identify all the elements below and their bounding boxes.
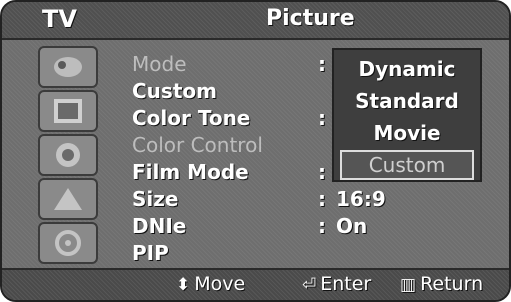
return-icon: ▥ bbox=[400, 275, 417, 295]
separator-colon: : bbox=[318, 106, 326, 130]
channel-icon[interactable] bbox=[38, 178, 98, 220]
mode-option-movie[interactable]: Movie bbox=[334, 118, 480, 148]
menu-item-value: On bbox=[336, 214, 368, 238]
input-icon[interactable] bbox=[38, 46, 98, 88]
return-label: Return bbox=[420, 273, 484, 295]
separator-colon: : bbox=[318, 52, 326, 76]
menu-item-label: Color Control bbox=[132, 133, 263, 157]
menu-item-label: Color Tone bbox=[132, 106, 251, 130]
section-label: TV bbox=[42, 5, 77, 33]
enter-hint: ⏎ Enter bbox=[302, 273, 371, 295]
menu-header: TV Picture bbox=[2, 2, 509, 40]
mode-option-standard[interactable]: Standard bbox=[334, 86, 480, 116]
separator-colon: : bbox=[318, 160, 326, 184]
picture-icon[interactable] bbox=[38, 90, 98, 132]
separator-colon: : bbox=[318, 187, 326, 211]
menu-item-label: Custom bbox=[132, 79, 217, 103]
move-hint: ⬍ Move bbox=[176, 273, 245, 295]
mode-option-custom[interactable]: Custom bbox=[340, 150, 474, 180]
mode-option-dynamic[interactable]: Dynamic bbox=[334, 54, 480, 84]
menu-item-label: DNIe bbox=[132, 214, 187, 238]
menu-footer: ⬍ Move ⏎ Enter ▥ Return bbox=[2, 268, 509, 300]
menu-item-dnie[interactable]: DNIe : On bbox=[132, 214, 452, 240]
mode-options-dropdown: Dynamic Standard Movie Custom bbox=[332, 48, 482, 182]
menu-item-label: Film Mode bbox=[132, 160, 249, 184]
menu-item-label: Mode bbox=[132, 52, 187, 76]
setup-icon[interactable] bbox=[38, 222, 98, 264]
page-title: Picture bbox=[266, 6, 355, 31]
menu-item-label: PIP bbox=[132, 241, 169, 265]
enter-label: Enter bbox=[320, 273, 372, 295]
move-label: Move bbox=[194, 273, 246, 295]
separator-colon: : bbox=[318, 214, 326, 238]
tv-menu-screen: TV Picture Mode : Custom Color Tone : Co… bbox=[0, 0, 511, 302]
menu-item-label: Size bbox=[132, 187, 179, 211]
up-down-arrows-icon: ⬍ bbox=[176, 275, 191, 295]
enter-icon: ⏎ bbox=[302, 275, 317, 295]
return-hint: ▥ Return bbox=[400, 273, 483, 295]
menu-item-value: 16:9 bbox=[336, 187, 386, 211]
sound-icon[interactable] bbox=[38, 134, 98, 176]
menu-item-pip[interactable]: PIP bbox=[132, 241, 452, 267]
menu-item-size[interactable]: Size : 16:9 bbox=[132, 187, 452, 213]
menu-icon-sidebar bbox=[10, 38, 118, 274]
